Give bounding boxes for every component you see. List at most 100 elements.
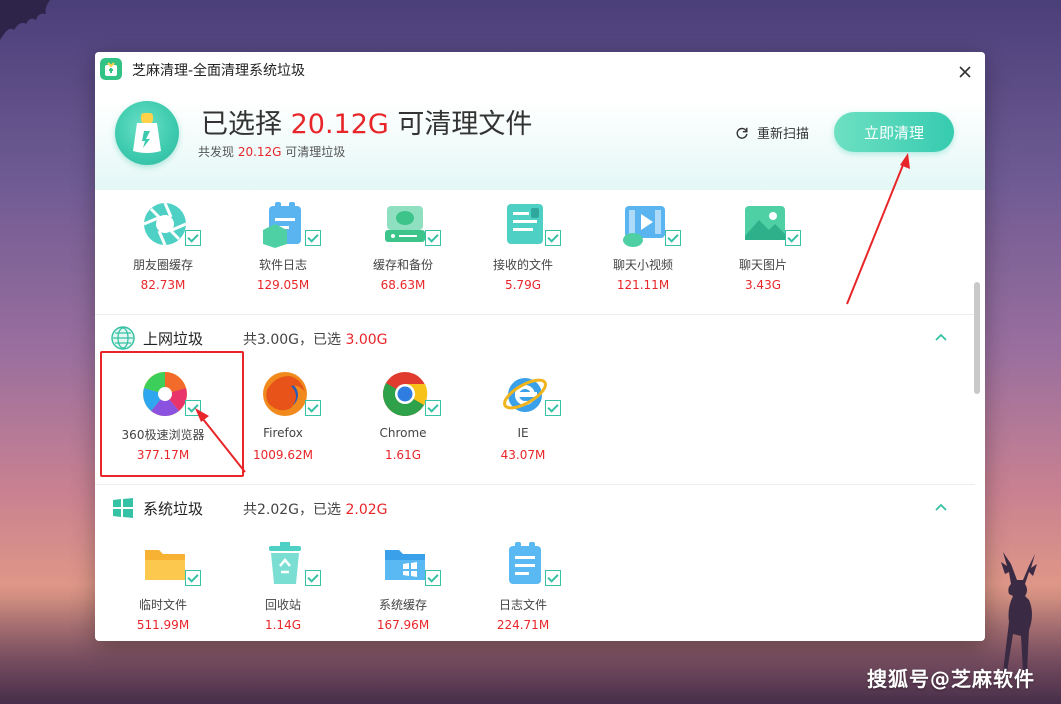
list-item[interactable]: 软件日志 129.05M [223,200,343,310]
section-title: 系统垃圾 [143,500,204,518]
list-item[interactable]: 回收站 1.14G [223,540,343,641]
item-name: 聊天图片 [738,258,787,272]
temp-folder-icon [145,550,185,580]
rescan-label: 重新扫描 [757,127,810,142]
image-icon [745,206,785,240]
item-name: 回收站 [264,598,301,612]
headline-prefix: 已选择 [201,109,291,140]
section-summary: 共2.02G，已选 2.02G [243,499,388,519]
summary-prefix: 共3.00G，已选 [243,332,346,348]
item-size: 82.73M [140,278,186,292]
checkbox[interactable] [305,230,321,246]
checkbox[interactable] [545,400,561,416]
deer-silhouette-icon [1001,552,1037,672]
item-name: IE [517,426,529,440]
list-item[interactable]: 缓存和备份 68.63M [343,200,463,310]
firefox-icon [263,372,307,416]
checkbox[interactable] [425,400,441,416]
selected-summary: 已选择 20.12G 可清理文件 [201,102,532,141]
list-item[interactable]: 系统缓存 167.96M [343,540,463,641]
rescan-button[interactable]: 重新扫描 [735,123,809,142]
app-logo-icon [100,58,122,80]
list-item[interactable]: 日志文件 224.71M [463,540,583,641]
item-name: 日志文件 [498,598,547,612]
item-size: 3.43G [744,278,782,292]
checkbox[interactable] [545,570,561,586]
backup-drive-icon [385,206,425,242]
scrollbar-thumb[interactable] [974,282,980,394]
item-name: 软件日志 [258,258,307,272]
window-title: 芝麻清理-全面清理系统垃圾 [132,63,306,79]
headline-suffix: 可清理文件 [388,109,533,140]
video-icon [623,206,665,247]
list-item[interactable]: 聊天小视频 121.11M [583,200,703,310]
broom-icon [133,113,161,153]
list-item[interactable]: 朋友圈缓存 82.73M [103,200,223,310]
chevron-up-icon[interactable] [933,499,949,515]
tree-silhouette-icon [0,0,50,40]
checkbox[interactable] [305,400,321,416]
found-summary: 共发现 20.12G 可清理垃圾 [198,143,345,160]
section-header-system-junk[interactable]: 系统垃圾 共2.02G，已选 2.02G [95,484,975,529]
list-item[interactable]: 接收的文件 5.79G [463,200,583,310]
item-size: 121.11M [616,278,670,292]
section-title: 上网垃圾 [143,330,204,348]
summary-prefix: 共2.02G，已选 [243,502,346,518]
selected-size: 2.02G [345,502,388,518]
item-size: 68.63M [380,278,426,292]
item-size: 1.14G [264,618,302,632]
summary-header: 芝麻清理-全面清理系统垃圾 已选择 20.12G 可清理文件 共发现 20.12… [95,52,985,190]
list-item[interactable]: 临时文件 511.99M [103,540,223,641]
list-item[interactable]: IE 43.07M [463,370,583,480]
checkbox[interactable] [545,230,561,246]
item-size: 43.07M [500,448,546,462]
item-name: 系统缓存 [378,598,427,612]
checkbox[interactable] [185,570,201,586]
windows-logo-icon [113,498,133,518]
checkbox[interactable] [185,230,201,246]
item-name: 朋友圈缓存 [132,258,193,272]
checkbox[interactable] [425,570,441,586]
checkbox[interactable] [785,230,801,246]
received-file-icon [507,204,543,244]
found-size: 20.12G [237,145,282,159]
clipboard-log-icon [263,202,301,248]
section-summary: 共3.00G，已选 3.00G [243,329,388,349]
item-name: 临时文件 [138,598,187,612]
checkbox[interactable] [665,230,681,246]
checkbox[interactable] [305,570,321,586]
subline-suffix: 可清理垃圾 [281,145,346,159]
system-cache-folder-icon [385,550,425,580]
broom-logo [115,101,179,165]
chrome-icon [383,372,428,416]
item-name: 缓存和备份 [372,258,433,272]
list-item[interactable]: 聊天图片 3.43G [703,200,823,310]
system-items-row: 临时文件 511.99M 回收站 1.14G 系统缓存 167.96M 日志文件… [95,540,955,641]
watermark-text: 搜狐号@芝麻软件 [867,667,1035,691]
refresh-icon [736,127,748,139]
app-window: 芝麻清理-全面清理系统垃圾 已选择 20.12G 可清理文件 共发现 20.12… [95,52,985,641]
item-size: 511.99M [136,618,190,632]
item-size: 1.61G [384,448,422,462]
checkbox[interactable] [425,230,441,246]
item-size: 167.96M [376,618,430,632]
globe-icon [111,326,135,350]
list-item[interactable]: Chrome 1.61G [343,370,463,480]
wechat-items-row: 朋友圈缓存 82.73M 软件日志 129.05M 缓存和备份 68.63M 接… [95,200,955,320]
clean-now-button[interactable]: 立即清理 [834,112,954,152]
item-name: 聊天小视频 [612,258,673,272]
camera-aperture-icon [143,202,187,246]
item-name: Chrome [379,426,427,440]
selected-size: 3.00G [345,332,388,348]
log-file-icon [509,542,541,584]
recycle-bin-icon [269,542,301,584]
subline-prefix: 共发现 [198,145,238,159]
selected-size: 20.12G [290,109,389,140]
item-size: 5.79G [504,278,542,292]
item-size: 129.05M [256,278,310,292]
close-icon[interactable] [955,62,975,82]
chevron-up-icon[interactable] [933,329,949,345]
title-bar: 芝麻清理-全面清理系统垃圾 [95,52,985,88]
ie-icon [503,378,547,412]
annotation-highlight-box [100,351,244,477]
